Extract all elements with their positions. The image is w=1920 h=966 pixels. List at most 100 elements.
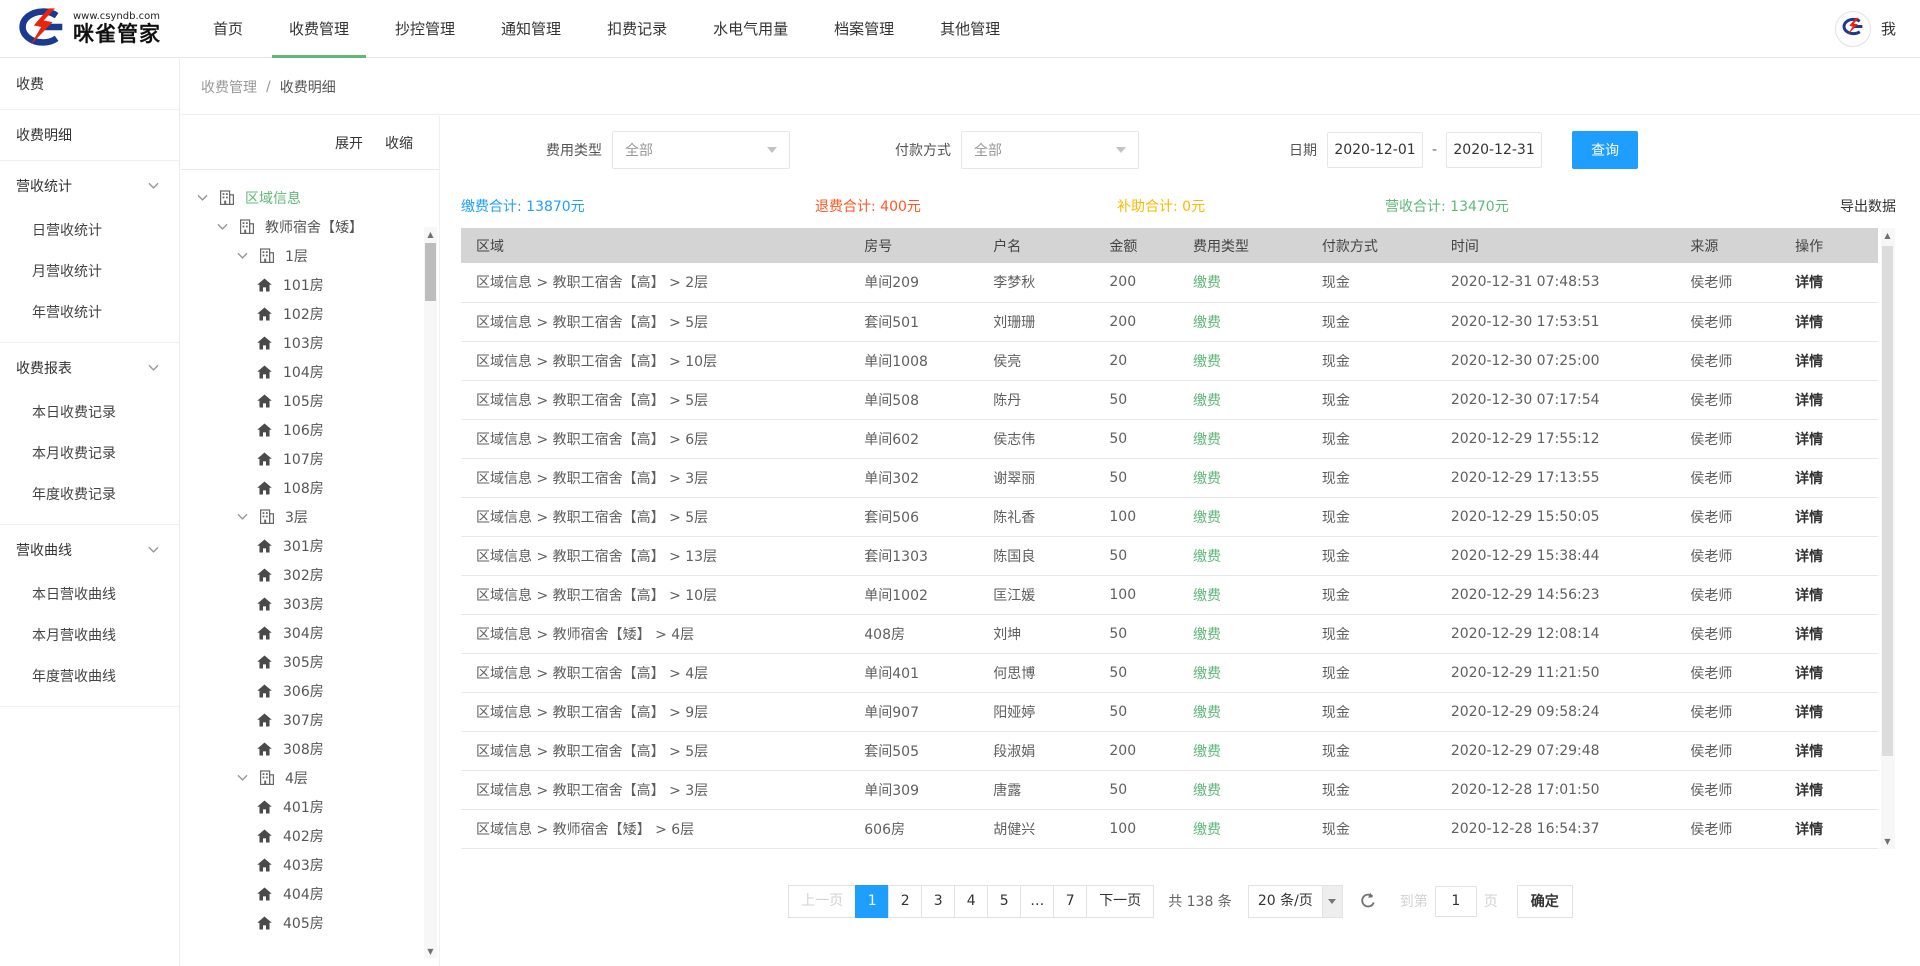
detail-link[interactable]: 详情 [1780, 419, 1878, 458]
sidebar-subitem[interactable]: 日营收统计 [0, 211, 179, 252]
scroll-up-icon[interactable]: ▲ [424, 227, 437, 241]
fee-type-select[interactable]: 全部 [612, 131, 790, 169]
detail-link[interactable]: 详情 [1780, 380, 1878, 419]
sidebar-subitem[interactable]: 本日营收曲线 [0, 575, 179, 616]
breadcrumb-parent[interactable]: 收费管理 [201, 77, 257, 97]
tree-node[interactable]: 101房 [181, 270, 439, 299]
tree-node[interactable]: 303房 [181, 589, 439, 618]
collapse-all-button[interactable]: 收缩 [385, 133, 413, 153]
tree-node[interactable]: 108房 [181, 473, 439, 502]
top-nav-item[interactable]: 水电气用量 [696, 0, 805, 57]
top-nav-item[interactable]: 通知管理 [484, 0, 578, 57]
page-number-button[interactable]: 1 [855, 885, 889, 918]
tree-node[interactable]: 104房 [181, 357, 439, 386]
scroll-down-icon[interactable]: ▼ [1881, 835, 1894, 849]
detail-link[interactable]: 详情 [1780, 341, 1878, 380]
top-nav-item[interactable]: 抄控管理 [378, 0, 472, 57]
scroll-down-icon[interactable]: ▼ [424, 944, 437, 958]
tree-node[interactable]: 403房 [181, 850, 439, 879]
tree-node[interactable]: 107房 [181, 444, 439, 473]
me-link[interactable]: 我 [1881, 18, 1896, 39]
detail-link[interactable]: 详情 [1780, 458, 1878, 497]
date-from-input[interactable] [1327, 132, 1423, 168]
table-scrollbar[interactable]: ▲ ▼ [1881, 228, 1895, 849]
scrollbar-thumb[interactable] [425, 243, 436, 301]
top-nav-item[interactable]: 首页 [196, 0, 260, 57]
tree-node[interactable]: 308房 [181, 734, 439, 763]
page-number-button[interactable]: … [1020, 885, 1054, 918]
tree-node[interactable]: 教师宿舍【矮】 [181, 212, 439, 241]
chevron-down-icon[interactable] [237, 774, 259, 782]
tree-node[interactable]: 3层 [181, 502, 439, 531]
sidebar-subitem[interactable]: 年营收统计 [0, 293, 179, 334]
tree-node[interactable]: 304房 [181, 618, 439, 647]
sidebar-subitem[interactable]: 本月收费记录 [0, 434, 179, 475]
tree-node[interactable]: 306房 [181, 676, 439, 705]
expand-all-button[interactable]: 展开 [335, 133, 363, 153]
detail-link[interactable]: 详情 [1780, 614, 1878, 653]
sidebar-item[interactable]: 收费 [0, 59, 179, 109]
page-number-button[interactable]: 7 [1053, 885, 1087, 918]
date-to-input[interactable] [1446, 132, 1542, 168]
page-size-select[interactable]: 20 条/页 [1248, 885, 1343, 918]
detail-link[interactable]: 详情 [1780, 575, 1878, 614]
detail-link[interactable]: 详情 [1780, 692, 1878, 731]
tree-node[interactable]: 4层 [181, 763, 439, 792]
tree-node[interactable]: 402房 [181, 821, 439, 850]
sidebar-subitem[interactable]: 本日收费记录 [0, 393, 179, 434]
brand-logo[interactable]: www.csyndb.com 咪雀管家 [0, 0, 176, 57]
detail-link[interactable]: 详情 [1780, 497, 1878, 536]
top-nav-item[interactable]: 其他管理 [923, 0, 1017, 57]
tree-node[interactable]: 404房 [181, 879, 439, 908]
tree-node[interactable]: 区域信息 [181, 183, 439, 212]
sidebar-subitem[interactable]: 本月营收曲线 [0, 616, 179, 657]
sidebar-subitem[interactable]: 年度收费记录 [0, 475, 179, 516]
tree-scrollbar[interactable]: ▲ ▼ [424, 227, 437, 958]
tree-node[interactable]: 401房 [181, 792, 439, 821]
detail-link[interactable]: 详情 [1780, 302, 1878, 341]
goto-page-input[interactable] [1435, 886, 1477, 917]
tree-node[interactable]: 1层 [181, 241, 439, 270]
tree-node[interactable]: 105房 [181, 386, 439, 415]
page-number-button[interactable]: 4 [954, 885, 988, 918]
detail-link[interactable]: 详情 [1780, 263, 1878, 302]
chevron-down-icon[interactable] [217, 223, 239, 231]
sidebar-group-header[interactable]: 营收统计 [0, 161, 179, 211]
page-number-button[interactable]: 5 [987, 885, 1021, 918]
tree-node[interactable]: 405房 [181, 908, 439, 937]
detail-link[interactable]: 详情 [1780, 731, 1878, 770]
tree-node[interactable]: 106房 [181, 415, 439, 444]
detail-link[interactable]: 详情 [1780, 770, 1878, 809]
search-button[interactable]: 查询 [1572, 131, 1638, 169]
sidebar-item[interactable]: 收费明细 [0, 110, 179, 160]
confirm-button[interactable]: 确定 [1517, 885, 1573, 918]
tree-node[interactable]: 302房 [181, 560, 439, 589]
top-nav-item[interactable]: 档案管理 [817, 0, 911, 57]
detail-link[interactable]: 详情 [1780, 809, 1878, 848]
top-nav-item[interactable]: 扣费记录 [590, 0, 684, 57]
sidebar-subitem[interactable]: 年度营收曲线 [0, 657, 179, 698]
prev-page-button[interactable]: 上一页 [788, 885, 856, 918]
scroll-up-icon[interactable]: ▲ [1881, 228, 1894, 242]
pay-method-select[interactable]: 全部 [961, 131, 1139, 169]
tree-node[interactable]: 102房 [181, 299, 439, 328]
tree-node[interactable]: 103房 [181, 328, 439, 357]
export-data-link[interactable]: 导出数据 [1840, 196, 1896, 216]
detail-link[interactable]: 详情 [1780, 653, 1878, 692]
chevron-down-icon[interactable] [197, 194, 219, 202]
tree-node[interactable]: 307房 [181, 705, 439, 734]
sidebar-group-header[interactable]: 营收曲线 [0, 525, 179, 575]
tree-node[interactable]: 301房 [181, 531, 439, 560]
page-number-button[interactable]: 2 [888, 885, 922, 918]
chevron-down-icon[interactable] [237, 252, 259, 260]
sidebar-subitem[interactable]: 月营收统计 [0, 252, 179, 293]
top-nav-item[interactable]: 收费管理 [272, 0, 366, 57]
refresh-icon[interactable] [1359, 892, 1377, 910]
avatar[interactable] [1835, 11, 1871, 47]
chevron-down-icon[interactable] [237, 513, 259, 521]
sidebar-group-header[interactable]: 收费报表 [0, 343, 179, 393]
tree-node[interactable]: 305房 [181, 647, 439, 676]
next-page-button[interactable]: 下一页 [1086, 885, 1154, 918]
detail-link[interactable]: 详情 [1780, 536, 1878, 575]
scrollbar-thumb[interactable] [1882, 246, 1893, 756]
